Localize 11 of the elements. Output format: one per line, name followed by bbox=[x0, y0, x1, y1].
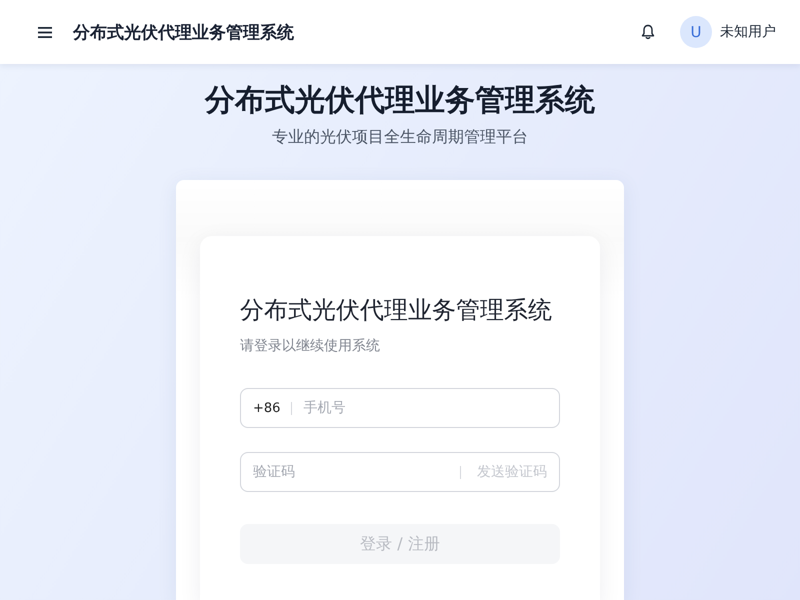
menu-icon[interactable] bbox=[38, 26, 52, 38]
user-avatar[interactable]: U bbox=[680, 16, 712, 48]
user-name[interactable]: 未知用户 bbox=[720, 23, 776, 41]
hero-subtitle: 专业的光伏项目全生命周期管理平台 bbox=[272, 126, 528, 148]
hero-title: 分布式光伏代理业务管理系统 bbox=[205, 83, 595, 119]
country-code[interactable]: +86 bbox=[253, 400, 280, 416]
notification-bell-icon[interactable] bbox=[640, 24, 656, 40]
app-title: 分布式光伏代理业务管理系统 bbox=[73, 22, 294, 44]
phone-field[interactable]: +86 手机号 bbox=[240, 388, 560, 428]
login-subtitle: 请登录以继续使用系统 bbox=[240, 337, 381, 356]
login-title: 分布式光伏代理业务管理系统 bbox=[240, 295, 553, 326]
